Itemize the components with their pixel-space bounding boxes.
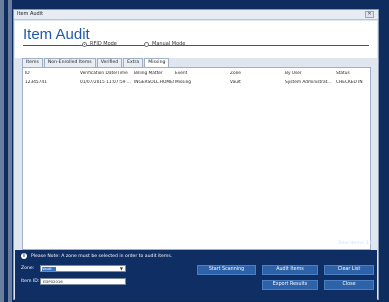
table-row[interactable]: 12345741 01/07/2015 11:07:59 ... INGERSO… bbox=[23, 79, 370, 86]
close-icon: ✕ bbox=[367, 11, 372, 17]
tab-verified[interactable]: Verified bbox=[96, 58, 123, 67]
window-titlebar: Item Audit ✕ bbox=[14, 10, 378, 20]
rfid-mode-label: RFID Mode bbox=[90, 41, 117, 47]
close-button[interactable]: Close bbox=[324, 280, 374, 290]
audit-results-table: ID Verification Date/Time Billing Matter… bbox=[22, 67, 371, 250]
window-close-button[interactable]: ✕ bbox=[365, 11, 374, 18]
audit-tabs: Items Non-Enrolled Items Verified Extra … bbox=[22, 58, 170, 68]
column-header-by-user[interactable]: By User bbox=[285, 71, 302, 76]
item-id-input[interactable]: EDP02016 bbox=[40, 278, 126, 285]
column-header-billing-matter[interactable]: Billing Matter bbox=[134, 71, 163, 76]
cell-id: 12345741 bbox=[25, 80, 47, 85]
manual-mode-label: Manual Mode bbox=[152, 41, 186, 47]
item-audit-window: Item Audit ✕ Item Audit RFID Mode Manual… bbox=[13, 9, 379, 300]
total-items-count: Total Items: 11 bbox=[338, 241, 372, 246]
clear-list-button[interactable]: Clear List bbox=[324, 265, 374, 275]
column-header-id[interactable]: ID bbox=[25, 71, 30, 76]
cell-status: CHECKED IN bbox=[336, 80, 363, 85]
manual-mode-radio[interactable]: Manual Mode bbox=[144, 41, 185, 47]
title-underline bbox=[23, 45, 369, 46]
zone-note-text: Please Note: A zone must be selected in … bbox=[31, 253, 173, 259]
cell-verification-date: 01/07/2015 11:07:59 ... bbox=[80, 80, 131, 85]
chevron-down-icon: ▼ bbox=[119, 266, 123, 271]
tab-items[interactable]: Items bbox=[22, 58, 43, 67]
item-id-label: Item ID: bbox=[21, 279, 40, 284]
cell-event: Missing bbox=[175, 80, 192, 85]
zone-selected-value: Vault bbox=[42, 267, 56, 271]
column-header-event[interactable]: Event bbox=[175, 71, 187, 76]
export-results-button[interactable]: Export Results bbox=[262, 280, 318, 290]
audit-items-button[interactable]: Audit Items bbox=[262, 265, 318, 275]
zone-note: i Please Note: A zone must be selected i… bbox=[21, 253, 172, 259]
tab-non-enrolled-items[interactable]: Non-Enrolled Items bbox=[43, 58, 96, 67]
info-icon: i bbox=[21, 253, 27, 259]
radio-unselected-icon bbox=[144, 41, 149, 47]
column-header-verification-date[interactable]: Verification Date/Time bbox=[80, 71, 128, 76]
column-header-status[interactable]: Status bbox=[336, 71, 350, 76]
page-title: Item Audit bbox=[23, 26, 90, 43]
page-header: Item Audit bbox=[15, 21, 377, 58]
zone-label: Zone: bbox=[21, 266, 35, 271]
zone-dropdown[interactable]: Vault ▼ bbox=[40, 265, 126, 272]
start-scanning-button[interactable]: Start Scanning bbox=[197, 265, 256, 275]
radio-selected-icon bbox=[82, 41, 87, 47]
window-title: Item Audit bbox=[17, 11, 44, 17]
cell-zone: Vault bbox=[230, 80, 241, 85]
tab-extra[interactable]: Extra bbox=[123, 58, 144, 67]
cell-by-user: System Administrat... bbox=[285, 80, 332, 85]
cell-billing-matter: INGERSOLL.HOMES... bbox=[134, 80, 174, 85]
footer-panel: i Please Note: A zone must be selected i… bbox=[15, 250, 377, 300]
column-header-zone[interactable]: Zone bbox=[230, 71, 241, 76]
table-header-row: ID Verification Date/Time Billing Matter… bbox=[23, 70, 370, 77]
rfid-mode-radio[interactable]: RFID Mode bbox=[82, 41, 117, 47]
